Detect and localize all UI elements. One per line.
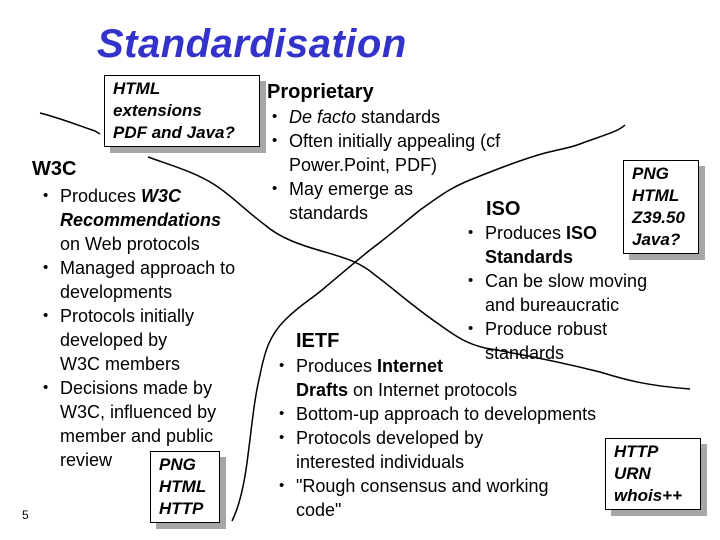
w3c-heading: W3C	[32, 158, 77, 180]
iso-heading: ISO	[486, 198, 521, 220]
box-item: URN	[614, 464, 651, 483]
slide-title: Standardisation	[97, 22, 407, 66]
iso-bullets: Produces ISOStandards Can be slow moving…	[463, 221, 647, 365]
box-item: HTML	[632, 186, 680, 205]
ietf-heading: IETF	[296, 330, 340, 352]
box-item: whois++	[614, 486, 683, 505]
bullet-item: Managed approach todevelopments	[38, 256, 235, 304]
box-item: PNG	[632, 164, 669, 183]
box-item: HTML	[113, 79, 161, 98]
box-item: PNG	[159, 455, 196, 474]
box-item: Java?	[632, 230, 681, 249]
iso-examples-box: PNG HTML Z39.50 Java?	[623, 160, 699, 254]
w3c-examples-box: PNG HTML HTTP	[150, 451, 220, 523]
box-item: HTTP	[159, 499, 204, 518]
bullet-item: Produces ISOStandards	[463, 221, 647, 269]
slide-number: 5	[22, 508, 29, 522]
bullet-item: "Rough consensus and workingcode"	[274, 474, 596, 522]
bullet-item: Bottom-up approach to developments	[274, 402, 596, 426]
bullet-item: Can be slow movingand bureaucratic	[463, 269, 647, 317]
bullet-item: May emerge asstandards	[267, 177, 500, 225]
box-item: HTML	[159, 477, 207, 496]
proprietary-bullets: De facto standards Often initially appea…	[267, 105, 500, 225]
bullet-item: Often initially appealing (cfPower.Point…	[267, 129, 500, 177]
bullet-item: Protocols developed byinterested individ…	[274, 426, 596, 474]
ietf-examples-box: HTTP URN whois++	[605, 438, 701, 510]
proprietary-heading: Proprietary	[267, 81, 374, 103]
bullet-item: De facto standards	[267, 105, 500, 129]
bullet-item: Produces W3CRecommendationson Web protoc…	[38, 184, 235, 256]
box-item: HTTP	[614, 442, 659, 461]
box-item: extensions	[113, 101, 202, 120]
proprietary-examples-box: HTML extensions PDF and Java?	[104, 75, 260, 147]
w3c-bullets: Produces W3CRecommendationson Web protoc…	[38, 184, 235, 472]
ietf-bullets: Produces InternetDrafts on Internet prot…	[274, 354, 596, 522]
bullet-item: Produces InternetDrafts on Internet prot…	[274, 354, 596, 402]
bullet-item: Protocols initiallydeveloped byW3C membe…	[38, 304, 235, 376]
box-item: PDF and Java?	[113, 123, 235, 142]
box-item: Z39.50	[632, 208, 685, 227]
